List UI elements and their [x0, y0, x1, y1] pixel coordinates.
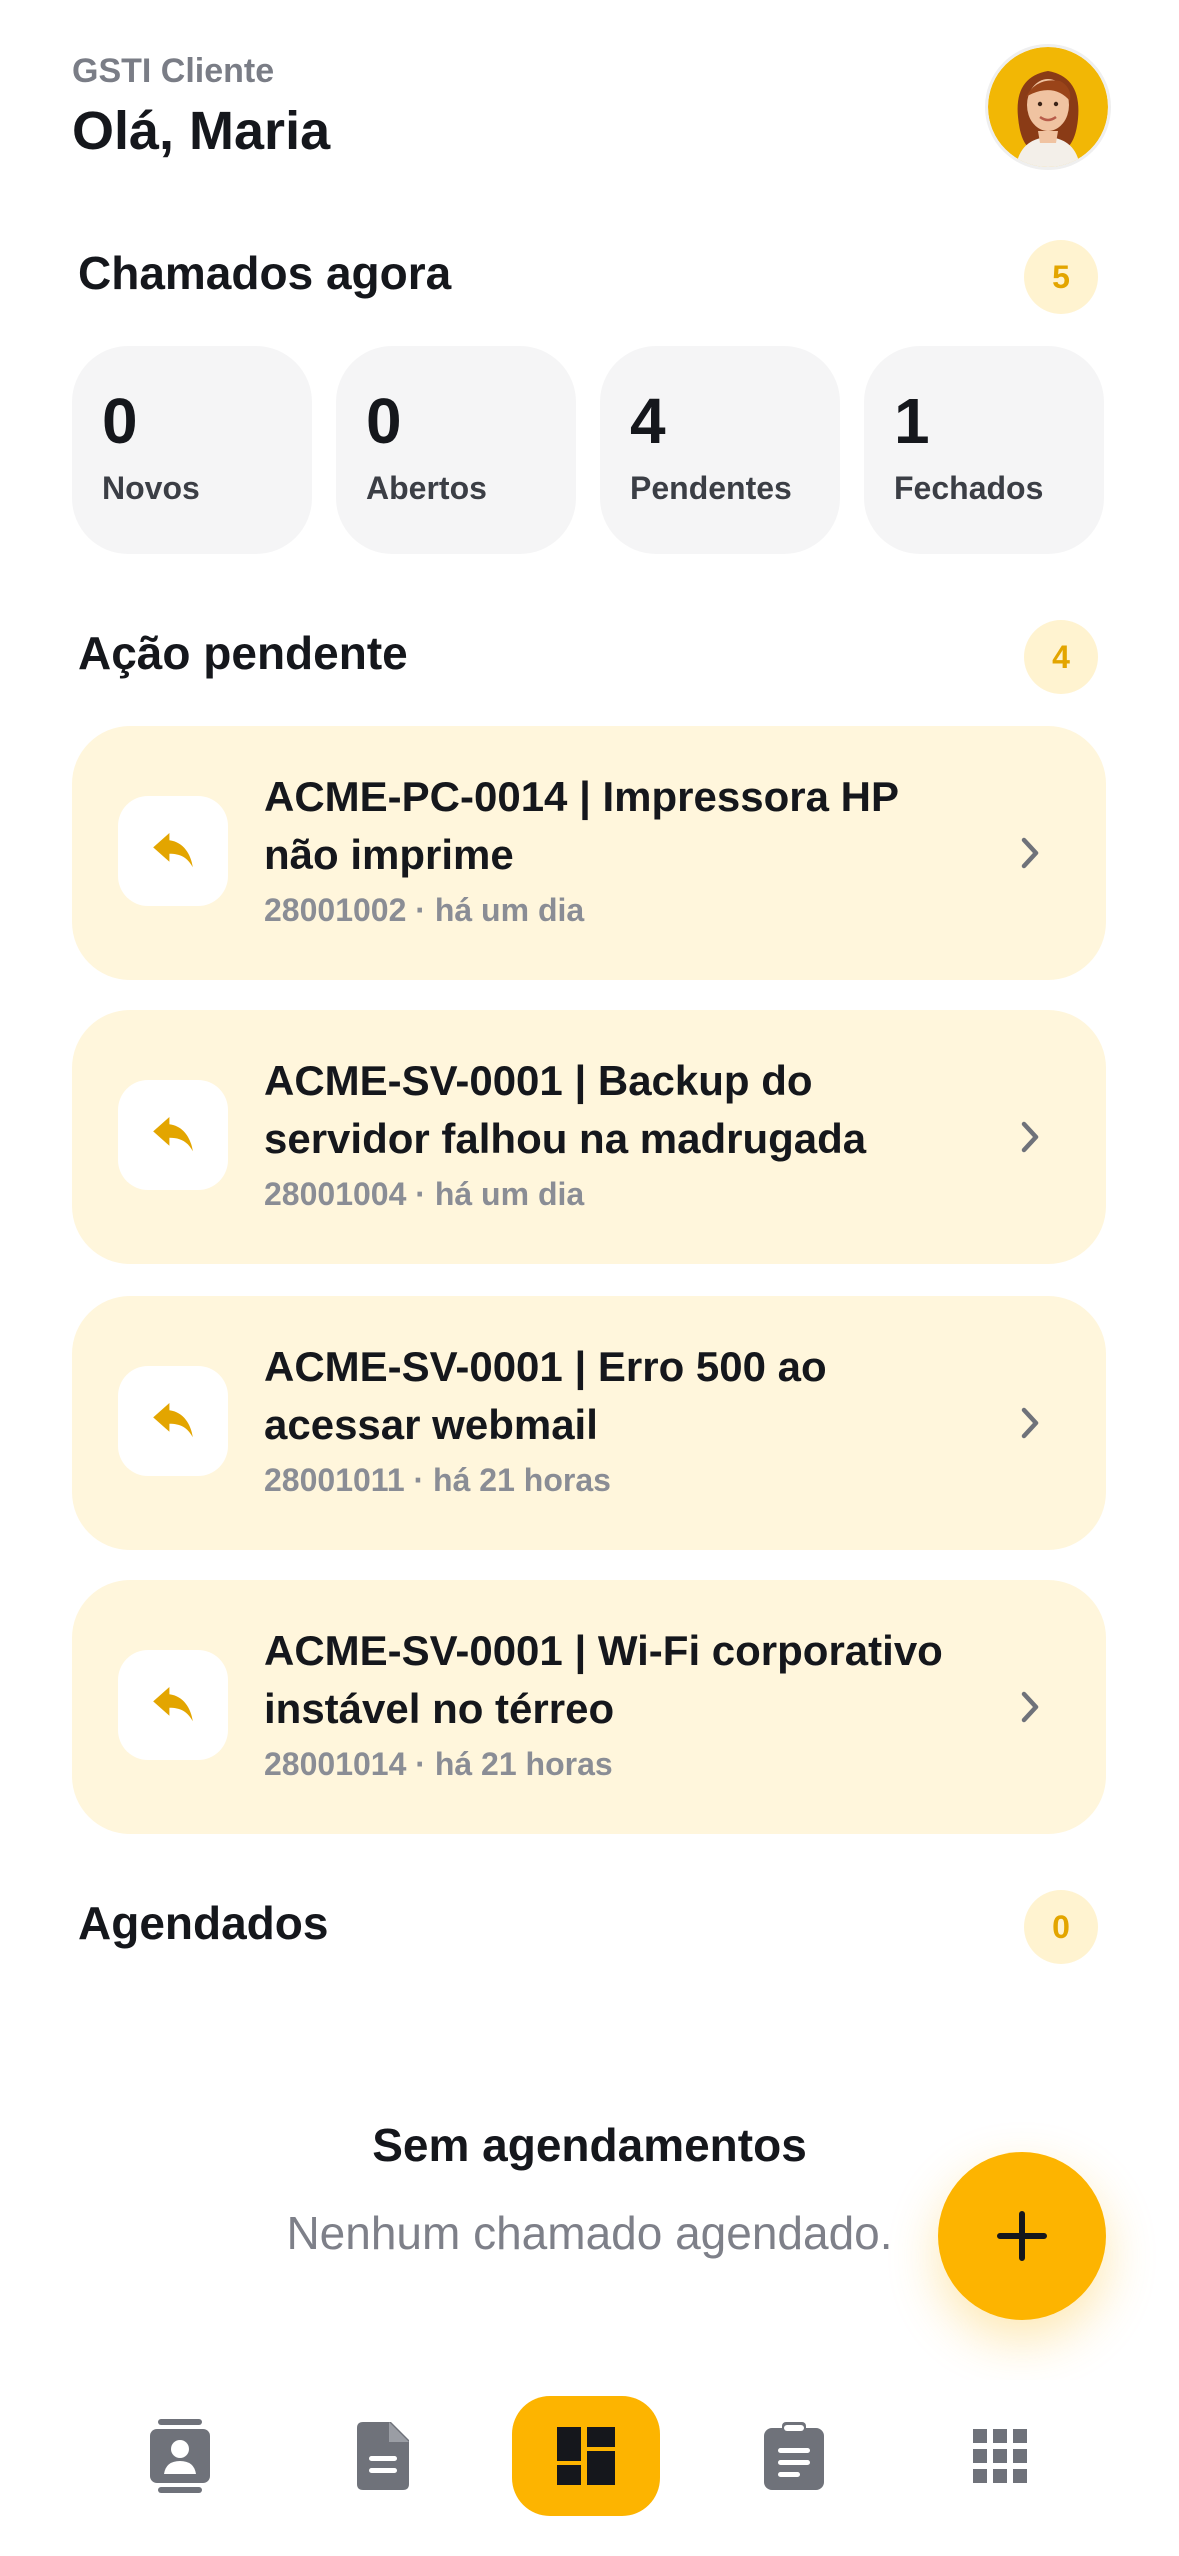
nav-documents[interactable] [324, 2396, 444, 2516]
stat-card-fechados[interactable]: 1 Fechados [864, 346, 1104, 554]
pending-title: Ação pendente [78, 627, 408, 679]
reply-icon [118, 1080, 228, 1190]
app-label: GSTI Cliente [72, 52, 275, 90]
user-avatar-icon [988, 47, 1108, 167]
ticket-title: ACME-PC-0014 | Impressora HP não imprime [264, 773, 899, 878]
dashboard-icon [557, 2427, 615, 2485]
new-ticket-button[interactable] [938, 2152, 1106, 2320]
ticket-title: ACME-SV-0001 | Erro 500 ao acessar webma… [264, 1343, 827, 1448]
pending-count-badge: 4 [1024, 620, 1098, 694]
nav-contacts[interactable] [120, 2396, 240, 2516]
stat-value: 0 [102, 385, 138, 457]
avatar[interactable] [985, 44, 1111, 170]
stat-value: 1 [894, 385, 930, 457]
ticket-card[interactable]: ACME-PC-0014 | Impressora HP não imprime… [72, 726, 1106, 980]
chevron-right-icon [1010, 1684, 1050, 1730]
nav-dashboard[interactable] [512, 2396, 660, 2516]
ticket-title: ACME-SV-0001 | Wi-Fi corporativo instáve… [264, 1627, 943, 1732]
scheduled-title: Agendados [78, 1897, 329, 1949]
nav-tasks[interactable] [734, 2396, 854, 2516]
document-icon [357, 2422, 409, 2490]
summary-count-badge: 5 [1024, 240, 1098, 314]
ticket-card[interactable]: ACME-SV-0001 | Wi-Fi corporativo instáve… [72, 1580, 1106, 1834]
contact-card-icon [150, 2419, 210, 2493]
reply-icon [118, 1650, 228, 1760]
page-title: Olá, Maria [72, 101, 331, 161]
apps-grid-icon [973, 2429, 1027, 2483]
summary-title: Chamados agora [78, 247, 452, 299]
stat-label: Novos [102, 470, 200, 506]
stat-label: Pendentes [630, 470, 792, 506]
stat-card-novos[interactable]: 0 Novos [72, 346, 312, 554]
stat-card-pendentes[interactable]: 4 Pendentes [600, 346, 840, 554]
ticket-meta: 28001014 · há 21 horas [264, 1746, 613, 1782]
chevron-right-icon [1010, 830, 1050, 876]
ticket-meta: 28001002 · há um dia [264, 892, 585, 928]
stat-card-abertos[interactable]: 0 Abertos [336, 346, 576, 554]
reply-icon [118, 1366, 228, 1476]
chevron-right-icon [1010, 1400, 1050, 1446]
plus-icon [997, 2211, 1047, 2261]
ticket-card[interactable]: ACME-SV-0001 | Erro 500 ao acessar webma… [72, 1296, 1106, 1550]
ticket-meta: 28001004 · há um dia [264, 1176, 585, 1212]
stat-label: Abertos [366, 470, 487, 506]
reply-icon [118, 796, 228, 906]
ticket-meta: 28001011 · há 21 horas [264, 1462, 611, 1498]
stat-label: Fechados [894, 470, 1044, 506]
nav-apps[interactable] [940, 2396, 1060, 2516]
ticket-title: ACME-SV-0001 | Backup do servidor falhou… [264, 1057, 867, 1162]
chevron-right-icon [1010, 1114, 1050, 1160]
stat-value: 0 [366, 385, 402, 457]
clipboard-icon [764, 2422, 824, 2490]
ticket-card[interactable]: ACME-SV-0001 | Backup do servidor falhou… [72, 1010, 1106, 1264]
scheduled-count-badge: 0 [1024, 1890, 1098, 1964]
stat-value: 4 [630, 385, 666, 457]
bottom-nav [0, 2380, 1179, 2556]
